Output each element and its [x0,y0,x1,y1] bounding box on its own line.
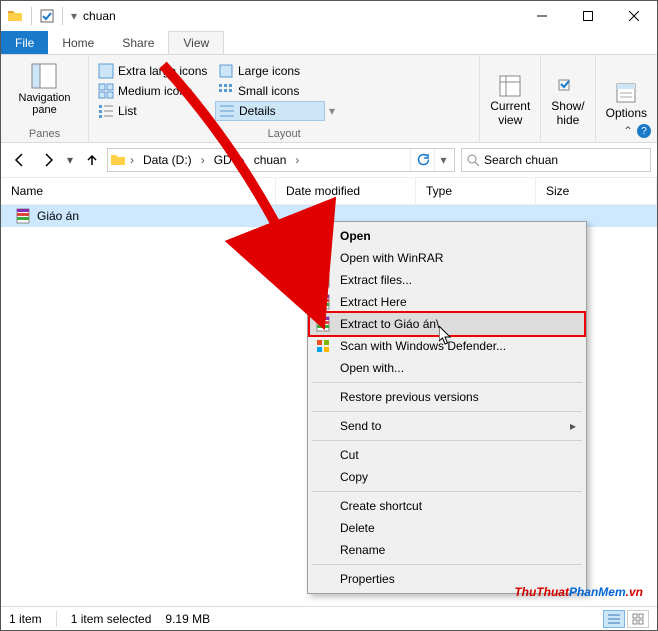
tab-home[interactable]: Home [48,31,108,54]
ctx-open-winrar[interactable]: Open with WinRAR [310,247,584,269]
back-button[interactable] [7,147,33,173]
winrar-icon [314,294,332,310]
layout-small[interactable]: Small icons [215,81,325,101]
ribbon-group-layout: Extra large icons Large icons Medium ico… [89,55,480,142]
layout-list[interactable]: List [95,101,215,121]
search-icon [466,153,480,167]
ribbon-group-panes: Navigation pane Panes [1,55,89,142]
tab-share[interactable]: Share [108,31,168,54]
winrar-icon [314,316,332,332]
status-selected: 1 item selected [71,612,152,626]
layout-extra-large[interactable]: Extra large icons [95,61,215,81]
ctx-open-with[interactable]: Open with... [310,357,584,379]
context-menu: Open Open with WinRAR Extract files... E… [307,221,587,594]
current-view-button[interactable]: Current view [480,55,541,142]
ribbon: Navigation pane Panes Extra large icons … [1,55,657,143]
title-bar: ▾ chuan [1,1,657,31]
ctx-extract-to[interactable]: Extract to Giáo án\ [310,313,584,335]
recent-dropdown[interactable]: ▾ [63,147,77,173]
status-size: 9.19 MB [165,612,210,626]
close-button[interactable] [611,1,657,31]
status-bar: 1 item 1 item selected 9.19 MB [1,606,657,630]
minimize-button[interactable] [519,1,565,31]
address-bar[interactable]: › Data (D:)› GD› chuan› ▾ [107,148,455,172]
ctx-send-to[interactable]: Send to▸ [310,415,584,437]
search-input[interactable]: Search chuan [461,148,651,172]
ribbon-tabs: File Home Share View [1,31,657,55]
ctx-copy[interactable]: Copy [310,466,584,488]
folder-icon [7,8,23,24]
up-button[interactable] [79,147,105,173]
maximize-button[interactable] [565,1,611,31]
column-headers: Name Date modified Type Size [1,177,657,205]
ctx-create-shortcut[interactable]: Create shortcut [310,495,584,517]
view-details-button[interactable] [603,610,625,628]
column-date[interactable]: Date modified [276,178,416,204]
tab-file[interactable]: File [1,31,48,54]
nav-row: ▾ › Data (D:)› GD› chuan› ▾ Search chuan [1,143,657,177]
layout-medium[interactable]: Medium icons [95,81,215,101]
show-hide-button[interactable]: Show/ hide [541,55,595,142]
ctx-cut[interactable]: Cut [310,444,584,466]
address-dropdown-icon[interactable]: ▾ [434,149,452,171]
ctx-open[interactable]: Open [310,225,584,247]
ctx-extract-here[interactable]: Extract Here [310,291,584,313]
column-name[interactable]: Name [1,178,276,204]
chevron-right-icon: ▸ [570,419,576,433]
qat-checkbox-icon[interactable] [40,9,54,23]
view-thumbnails-button[interactable] [627,610,649,628]
winrar-icon [314,250,332,266]
layout-large[interactable]: Large icons [215,61,325,81]
column-type[interactable]: Type [416,178,536,204]
window-title: chuan [83,9,519,23]
forward-button [35,147,61,173]
folder-icon [110,152,126,168]
collapse-ribbon-icon[interactable]: ⌃ [623,124,633,138]
file-name: Giáo án [37,209,79,223]
ctx-extract-files[interactable]: Extract files... [310,269,584,291]
help-icon[interactable]: ? [637,124,651,138]
tab-view[interactable]: View [168,31,224,54]
ctx-rename[interactable]: Rename [310,539,584,561]
rar-file-icon [15,208,31,224]
refresh-icon[interactable] [410,149,434,171]
status-item-count: 1 item [9,612,42,626]
ctx-restore[interactable]: Restore previous versions [310,386,584,408]
ctx-scan-defender[interactable]: Scan with Windows Defender... [310,335,584,357]
winrar-icon [314,272,332,288]
defender-icon [314,338,332,354]
watermark: ThuThuatPhanMem.vn [514,576,643,602]
column-size[interactable]: Size [536,178,657,204]
layout-details[interactable]: Details [215,101,325,121]
qat-dropdown-icon[interactable]: ▾ [71,9,77,23]
navigation-pane-button[interactable]: Navigation pane [19,58,71,116]
ctx-delete[interactable]: Delete [310,517,584,539]
